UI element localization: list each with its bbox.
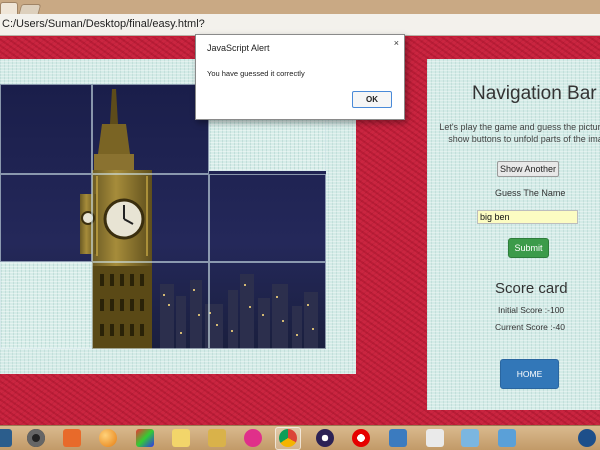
revealed-tile — [0, 84, 92, 174]
taskbar — [0, 425, 600, 450]
tab-strip — [0, 0, 600, 14]
revealed-tile — [209, 174, 326, 262]
eclipse-icon[interactable] — [316, 429, 334, 447]
instructions-line-1: Let's play the game and guess the pictur… — [439, 122, 600, 132]
notepad-icon[interactable] — [426, 429, 444, 447]
network-icon[interactable] — [0, 429, 12, 447]
navigation-panel: Navigation Bar Let's play the game and g… — [427, 59, 600, 410]
instructions-line-2: show buttons to unfold parts of the imag — [448, 134, 600, 144]
guess-input[interactable] — [477, 210, 578, 224]
submit-button[interactable]: Submit — [508, 238, 549, 258]
virtualbox-icon[interactable] — [389, 429, 407, 447]
guess-label: Guess The Name — [495, 188, 566, 198]
address-bar[interactable]: C:/Users/Suman/Desktop/final/easy.html? — [0, 14, 600, 36]
alert-message: You have guessed it correctly — [207, 69, 305, 78]
show-another-button[interactable]: Show Another — [497, 161, 559, 177]
javascript-alert-dialog: JavaScript Alert × You have guessed it c… — [195, 34, 405, 120]
revealed-tile — [92, 174, 209, 262]
revealed-tile — [92, 262, 209, 349]
social-app-icon[interactable] — [244, 429, 262, 447]
photo-gallery-icon[interactable] — [136, 429, 154, 447]
score-card-title: Score card — [495, 280, 568, 297]
screen-capture-icon[interactable] — [498, 429, 516, 447]
revealed-tile — [209, 262, 326, 349]
paint-icon[interactable] — [461, 429, 479, 447]
game-instructions: Let's play the game and guess the pictur… — [433, 121, 600, 145]
folder-icon[interactable] — [172, 429, 190, 447]
current-score: Current Score :-40 — [495, 322, 565, 332]
webcam-icon[interactable] — [27, 429, 45, 447]
initial-score: Initial Score :-100 — [498, 305, 565, 315]
vodafone-icon[interactable] — [352, 429, 370, 447]
alert-title: JavaScript Alert — [207, 43, 270, 53]
chrome-icon[interactable] — [279, 429, 297, 447]
close-icon[interactable]: × — [394, 38, 399, 48]
browser-tab[interactable] — [0, 2, 18, 14]
ok-button[interactable]: OK — [352, 91, 392, 108]
media-player-icon[interactable] — [63, 429, 81, 447]
help-icon[interactable] — [578, 429, 596, 447]
navigation-title: Navigation Bar — [472, 83, 597, 104]
revealed-tile — [0, 174, 92, 262]
hidden-tile — [0, 262, 92, 349]
new-tab-button[interactable] — [18, 4, 42, 14]
revealed-tile — [92, 84, 209, 174]
url-text[interactable]: C:/Users/Suman/Desktop/final/easy.html? — [2, 18, 205, 30]
orange-ball-icon[interactable] — [99, 429, 117, 447]
puzzle-grid — [0, 84, 326, 349]
file-explorer-icon[interactable] — [208, 429, 226, 447]
home-button[interactable]: HOME — [500, 359, 559, 389]
